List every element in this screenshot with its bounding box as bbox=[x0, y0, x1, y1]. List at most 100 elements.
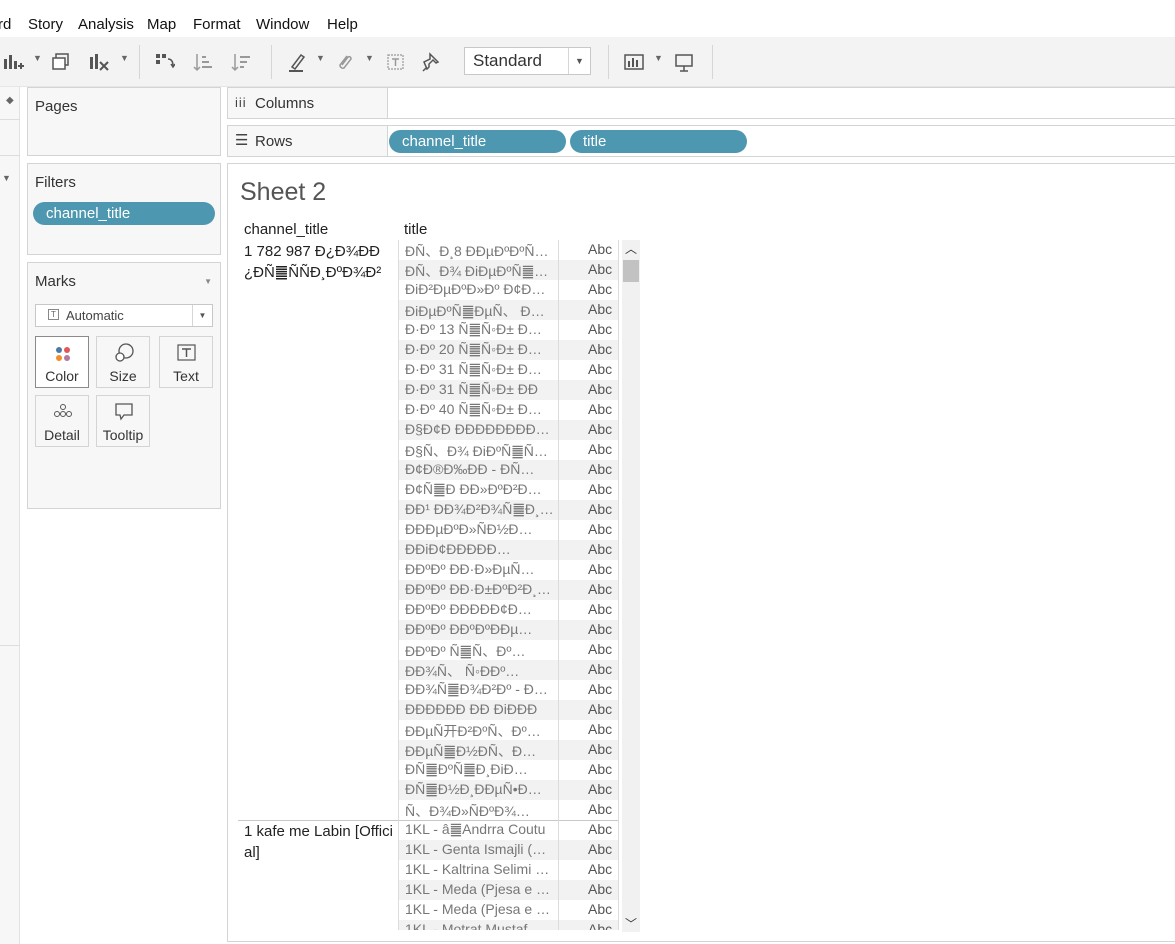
table-row[interactable]: ÐÐºÐº ÐÐ·Ð±ÐºÐ²Ð¸… Abc bbox=[398, 580, 618, 600]
table-row[interactable]: 1KL - Meda (Pjesa e … Abc bbox=[398, 900, 618, 920]
scroll-down-icon[interactable]: ﹀ bbox=[625, 915, 637, 932]
group-label-channel-title[interactable]: 1 782 987 Ð¿Ð¾ÐÐ¿ÐÑ䷀ÑÑÐ¸ÐºÐ¾Ð² bbox=[244, 241, 394, 283]
abc-mark[interactable]: Abc bbox=[588, 241, 612, 257]
header-channel-title[interactable]: channel_title bbox=[244, 221, 328, 238]
show-me-icon[interactable] bbox=[623, 51, 645, 73]
abc-mark[interactable]: Abc bbox=[588, 921, 612, 930]
menu-help[interactable]: Help bbox=[327, 16, 358, 33]
abc-mark[interactable]: Abc bbox=[588, 281, 612, 297]
group-paperclip-icon[interactable] bbox=[333, 51, 355, 73]
abc-mark[interactable]: Abc bbox=[588, 741, 612, 757]
tooltip-button[interactable]: Tooltip bbox=[96, 395, 150, 447]
detail-button[interactable]: Detail bbox=[35, 395, 89, 447]
table-row[interactable]: ÐÐ¾Ñ、 Ñ◦ÐÐº… Abc bbox=[398, 660, 618, 680]
abc-mark[interactable]: Abc bbox=[588, 661, 612, 677]
scroll-thumb[interactable] bbox=[623, 260, 639, 282]
table-row[interactable]: 1KL - Meda (Pjesa e … Abc bbox=[398, 880, 618, 900]
abc-mark[interactable]: Abc bbox=[588, 501, 612, 517]
menu-dashboard[interactable]: rd bbox=[0, 16, 11, 33]
abc-mark[interactable]: Abc bbox=[588, 781, 612, 797]
rows-shelf[interactable]: ☰ Rows channel_title title bbox=[227, 125, 1175, 157]
sort-ascending-icon[interactable] bbox=[192, 51, 214, 73]
header-title[interactable]: title bbox=[404, 221, 427, 238]
columns-shelf[interactable]: iii Columns bbox=[227, 87, 1175, 119]
mark-type-dropdown[interactable]: T Automatic ▼ bbox=[35, 304, 213, 327]
table-row[interactable]: ÐÐµÑ开Ð²ÐºÑ、Ðº… Abc bbox=[398, 720, 618, 740]
chevron-down-icon[interactable]: ▼ bbox=[568, 48, 590, 74]
table-row[interactable]: ÐiÐµÐºÑ䷀ÐµÑ、 Ð… Abc bbox=[398, 300, 618, 320]
table-row[interactable]: Ð·Ðº 20 Ñ䷀Ñ◦Ð± Ð… Abc bbox=[398, 340, 618, 360]
table-row[interactable]: ÐÐµÑ䷀Ð½ÐÑ、Ð… Abc bbox=[398, 740, 618, 760]
abc-mark[interactable]: Abc bbox=[588, 261, 612, 277]
chevron-down-icon[interactable]: ▼ bbox=[2, 173, 11, 183]
color-button[interactable]: Color bbox=[35, 336, 89, 388]
table-row[interactable]: Ð§Ð¢Ð ÐÐÐÐÐÐÐÐ… Abc bbox=[398, 420, 618, 440]
table-row[interactable]: ÐÑ、Ð¸8 ÐÐµÐºÐºÑ… Abc bbox=[398, 240, 618, 260]
abc-mark[interactable]: Abc bbox=[588, 381, 612, 397]
table-row[interactable]: ÐÐÐµÐºÐ»ÑÐ½Ð… Abc bbox=[398, 520, 618, 540]
pin-icon[interactable] bbox=[421, 51, 443, 73]
presentation-mode-icon[interactable] bbox=[673, 51, 695, 73]
highlight-icon[interactable] bbox=[286, 51, 308, 73]
table-row[interactable]: ÐÐºÐº ÐÐºÐºÐÐµ… Abc bbox=[398, 620, 618, 640]
group-label-channel-title[interactable]: 1 kafe me Labin [Official] bbox=[244, 821, 394, 863]
sort-icon[interactable]: ◆ bbox=[6, 95, 14, 106]
table-row[interactable]: Ð·Ðº 13 Ñ䷀Ñ◦Ð± Ð… Abc bbox=[398, 320, 618, 340]
clear-sheet-icon[interactable] bbox=[88, 51, 110, 73]
scroll-up-icon[interactable]: ︿ bbox=[625, 240, 637, 257]
fit-dropdown[interactable]: Standard ▼ bbox=[464, 47, 591, 75]
table-row[interactable]: Ð·Ðº 31 Ñ䷀Ñ◦Ð± Ð… Abc bbox=[398, 360, 618, 380]
columns-drop-area[interactable] bbox=[388, 88, 1175, 118]
table-row[interactable]: ÐÑ䷀ÐºÑ䷀Ð¸ÐiÐ… Abc bbox=[398, 760, 618, 780]
table-row[interactable]: 1KL - Motrat Mustaf… Abc bbox=[398, 920, 618, 930]
abc-mark[interactable]: Abc bbox=[588, 681, 612, 697]
table-row[interactable]: Ð§Ñ、Ð¾ ÐiÐºÑ䷀Ñ… Abc bbox=[398, 440, 618, 460]
menu-analysis[interactable]: Analysis bbox=[78, 16, 134, 33]
abc-mark[interactable]: Abc bbox=[588, 641, 612, 657]
table-row[interactable]: Ð¢Ñ䷀Ð ÐÐ»ÐºÐ²Ð… Abc bbox=[398, 480, 618, 500]
table-row[interactable]: ÐÐºÐº ÐÐ·Ð»ÐµÑ… Abc bbox=[398, 560, 618, 580]
menu-window[interactable]: Window bbox=[256, 16, 309, 33]
table-row[interactable]: ÐÑ、Ð¾ ÐiÐµÐºÑ䷀… Abc bbox=[398, 260, 618, 280]
swap-rows-columns-icon[interactable] bbox=[153, 51, 175, 73]
table-row[interactable]: ÐÐºÐº ÐÐÐÐÐ¢Ð… Abc bbox=[398, 600, 618, 620]
abc-mark[interactable]: Abc bbox=[588, 821, 612, 837]
vertical-scrollbar[interactable]: ︿ ﹀ bbox=[622, 240, 640, 932]
abc-mark[interactable]: Abc bbox=[588, 561, 612, 577]
abc-mark[interactable]: Abc bbox=[588, 701, 612, 717]
abc-mark[interactable]: Abc bbox=[588, 401, 612, 417]
abc-mark[interactable]: Abc bbox=[588, 441, 612, 457]
abc-mark[interactable]: Abc bbox=[588, 481, 612, 497]
abc-mark[interactable]: Abc bbox=[588, 361, 612, 377]
abc-mark[interactable]: Abc bbox=[588, 601, 612, 617]
chevron-down-icon[interactable]: ▼ bbox=[365, 53, 374, 63]
abc-mark[interactable]: Abc bbox=[588, 861, 612, 877]
table-row[interactable]: ÐiÐ²ÐµÐºÐ»Ðº Ð¢Ð… Abc bbox=[398, 280, 618, 300]
table-row[interactable]: Ñ、Ð¾Ð»ÑÐºÐ¾… Abc bbox=[398, 800, 618, 820]
abc-mark[interactable]: Abc bbox=[588, 541, 612, 557]
abc-mark[interactable]: Abc bbox=[588, 581, 612, 597]
chevron-down-icon[interactable]: ▼ bbox=[204, 277, 212, 286]
menu-story[interactable]: Story bbox=[28, 16, 63, 33]
abc-mark[interactable]: Abc bbox=[588, 901, 612, 917]
abc-mark[interactable]: Abc bbox=[588, 421, 612, 437]
chevron-down-icon[interactable]: ▼ bbox=[316, 53, 325, 63]
abc-mark[interactable]: Abc bbox=[588, 321, 612, 337]
filters-panel[interactable]: Filters channel_title bbox=[27, 163, 221, 255]
table-row[interactable]: Ð·Ðº 40 Ñ䷀Ñ◦Ð± Ð… Abc bbox=[398, 400, 618, 420]
table-row[interactable]: Ð¢Ð®Ð‰ÐÐ - ÐÑ… Abc bbox=[398, 460, 618, 480]
pages-panel[interactable]: Pages bbox=[27, 87, 221, 156]
abc-mark[interactable]: Abc bbox=[588, 881, 612, 897]
chevron-down-icon[interactable]: ▼ bbox=[192, 305, 212, 326]
abc-mark[interactable]: Abc bbox=[588, 521, 612, 537]
rows-pill-channel-title[interactable]: channel_title bbox=[389, 130, 566, 153]
table-row[interactable]: ÐÐºÐº Ñ䷀Ñ、Ðº… Abc bbox=[398, 640, 618, 660]
abc-mark[interactable]: Abc bbox=[588, 801, 612, 817]
table-row[interactable]: ÐÑ䷀Ð½Ð¸ÐÐµÑ•Ð… Abc bbox=[398, 780, 618, 800]
rows-pill-title[interactable]: title bbox=[570, 130, 747, 153]
abc-mark[interactable]: Abc bbox=[588, 841, 612, 857]
chevron-down-icon[interactable]: ▼ bbox=[33, 53, 42, 63]
abc-mark[interactable]: Abc bbox=[588, 461, 612, 477]
size-button[interactable]: Size bbox=[96, 336, 150, 388]
table-row[interactable]: 1KL - â䷀Andrra Coutu Abc bbox=[398, 820, 618, 840]
